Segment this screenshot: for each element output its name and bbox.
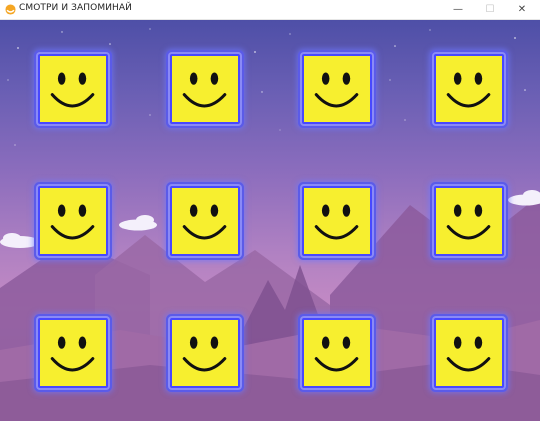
memory-card-5[interactable] [38, 186, 108, 256]
memory-card-3[interactable] [302, 54, 372, 124]
memory-card-2[interactable] [170, 54, 240, 124]
memory-card-1[interactable] [38, 54, 108, 124]
smiley-icon [314, 336, 359, 372]
smiley-icon [182, 72, 227, 108]
memory-card-7[interactable] [302, 186, 372, 256]
maximize-button[interactable]: ☐ [474, 0, 506, 20]
memory-card-4[interactable] [434, 54, 504, 124]
app-icon [5, 4, 16, 15]
smiley-icon [182, 204, 227, 240]
memory-card-9[interactable] [38, 318, 108, 388]
game-board [0, 20, 540, 421]
minimize-button[interactable]: — [442, 0, 474, 20]
window-title: СМОТРИ И ЗАПОМИНАЙ [19, 3, 132, 13]
memory-card-10[interactable] [170, 318, 240, 388]
memory-card-12[interactable] [434, 318, 504, 388]
smiley-icon [50, 72, 95, 108]
memory-card-6[interactable] [170, 186, 240, 256]
smiley-icon [314, 204, 359, 240]
smiley-icon [50, 336, 95, 372]
smiley-icon [446, 72, 491, 108]
memory-card-8[interactable] [434, 186, 504, 256]
smiley-icon [182, 336, 227, 372]
smiley-icon [50, 204, 95, 240]
smiley-icon [446, 336, 491, 372]
app-window: СМОТРИ И ЗАПОМИНАЙ — ☐ ✕ [0, 0, 540, 421]
close-button[interactable]: ✕ [506, 0, 538, 20]
smiley-icon [446, 204, 491, 240]
smiley-icon [314, 72, 359, 108]
title-bar[interactable]: СМОТРИ И ЗАПОМИНАЙ — ☐ ✕ [0, 0, 540, 20]
memory-card-11[interactable] [302, 318, 372, 388]
